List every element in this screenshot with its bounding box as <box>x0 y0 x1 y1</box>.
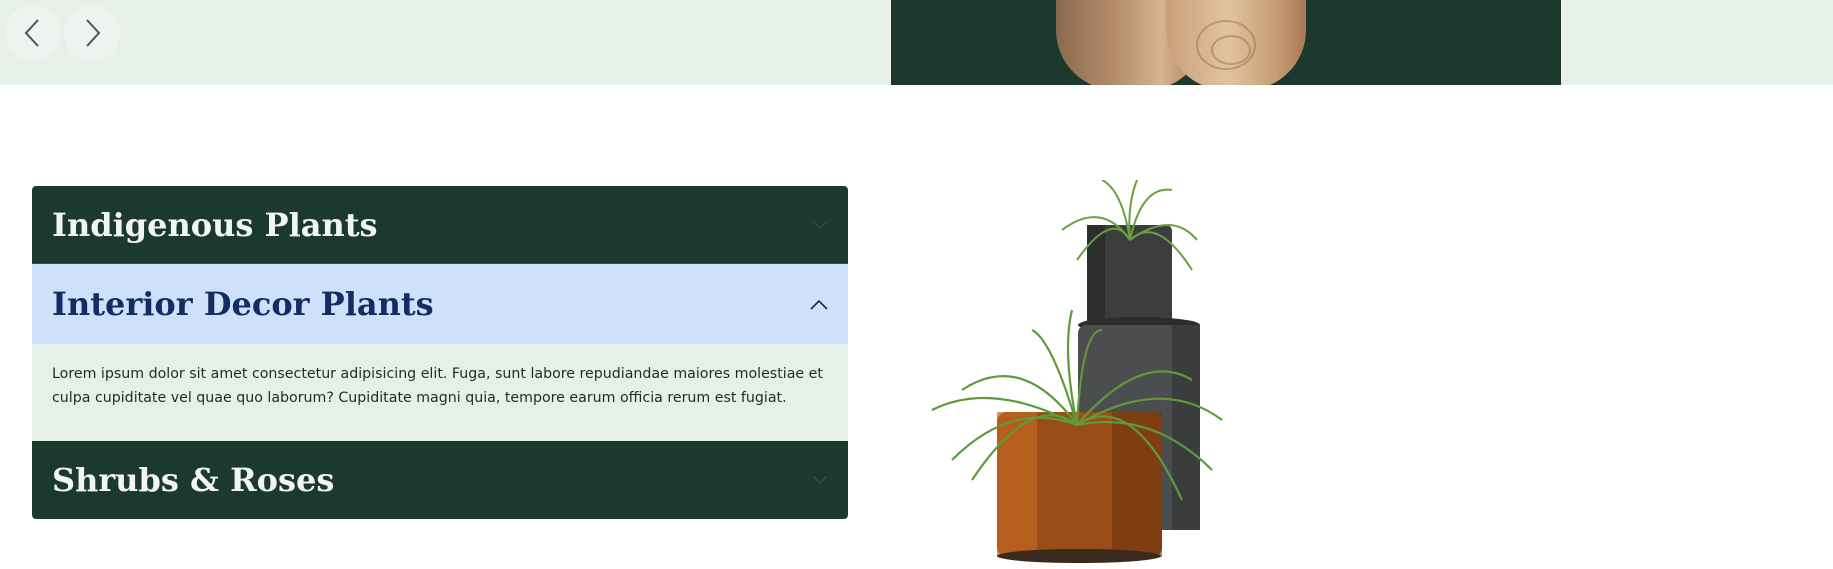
potted-plants-image <box>931 180 1223 563</box>
accordion-title: Shrubs & Roses <box>52 461 335 499</box>
carousel-prev-button[interactable] <box>5 5 61 61</box>
wood-vase-right <box>1166 0 1306 85</box>
accordion-title: Indigenous Plants <box>52 205 378 244</box>
chevron-down-icon <box>812 219 828 229</box>
pot-shade <box>1112 412 1162 557</box>
pot-shade <box>1172 325 1200 530</box>
chevron-down-icon <box>812 475 828 485</box>
pot-base <box>997 549 1161 563</box>
accordion-panel: Lorem ipsum dolor sit amet consectetur a… <box>32 344 848 441</box>
chevron-right-icon <box>86 19 101 47</box>
carousel-next-button[interactable] <box>64 5 120 61</box>
chevron-left-icon <box>24 19 39 47</box>
wood-grain <box>1211 35 1251 65</box>
accordion-item-shrubs-roses[interactable]: Shrubs & Roses <box>32 441 848 519</box>
plant-category-accordion: Indigenous Plants Interior Decor Plants … <box>32 186 848 519</box>
accordion-title: Interior Decor Plants <box>52 285 434 323</box>
chevron-up-icon <box>810 299 828 310</box>
pot-highlight <box>997 412 1037 557</box>
accordion-item-interior-decor-plants[interactable]: Interior Decor Plants <box>32 264 848 344</box>
accordion-panel-text: Lorem ipsum dolor sit amet consectetur a… <box>52 366 823 406</box>
accordion-item-indigenous-plants[interactable]: Indigenous Plants <box>32 186 848 264</box>
hero-image <box>891 0 1561 85</box>
